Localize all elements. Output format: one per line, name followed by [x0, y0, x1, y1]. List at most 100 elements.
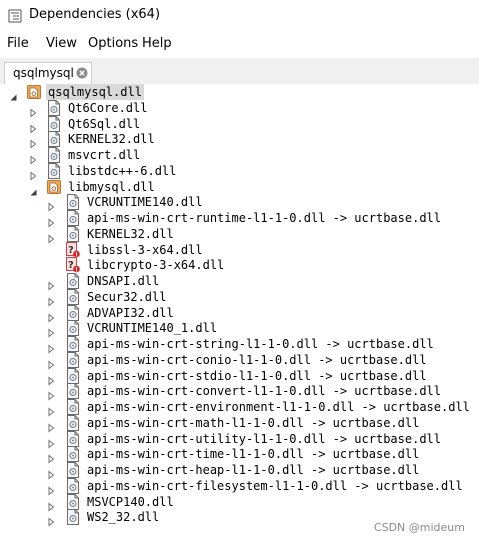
tree-row[interactable]: api-ms-win-crt-utility-l1-1-0.dll -> ucr… [0, 430, 479, 449]
dll-label[interactable]: KERNEL32.dll [68, 131, 155, 147]
dll-label[interactable]: api-ms-win-crt-math-l1-1-0.dll -> ucrtba… [87, 415, 419, 431]
expand-arrow-icon[interactable] [46, 512, 56, 527]
dll-icon [66, 336, 80, 352]
tree-row[interactable]: api-ms-win-crt-runtime-l1-1-0.dll -> ucr… [0, 210, 479, 228]
expand-arrow-icon[interactable] [46, 197, 56, 212]
close-icon[interactable] [76, 67, 88, 79]
expand-arrow-icon[interactable] [46, 323, 56, 338]
expand-arrow-icon[interactable] [46, 276, 56, 291]
expand-arrow-icon[interactable] [46, 434, 56, 449]
tree-row[interactable]: VCRUNTIME140_1.dll [0, 320, 479, 338]
dll-label[interactable]: api-ms-win-crt-runtime-l1-1-0.dll -> ucr… [87, 210, 441, 226]
tree-row[interactable]: api-ms-win-crt-conio-l1-1-0.dll -> ucrtb… [0, 351, 479, 370]
tab-label: qsqlmysql [13, 66, 74, 80]
expand-arrow-icon[interactable] [46, 386, 56, 401]
dll-icon [66, 430, 80, 447]
expand-arrow-icon[interactable] [46, 292, 56, 307]
dll-label[interactable]: msvcrt.dll [68, 147, 140, 163]
expand-arrow-icon[interactable] [46, 449, 56, 464]
tree-row[interactable]: MSVCP140.dll [0, 493, 479, 512]
dll-label[interactable]: api-ms-win-crt-conio-l1-1-0.dll -> ucrtb… [87, 352, 427, 368]
missing-dll-label[interactable]: libcrypto-3-x64.dll [87, 257, 224, 273]
tree-row[interactable]: Qt6Sql.dll [0, 115, 479, 134]
dll-icon [66, 509, 80, 526]
tree-row[interactable]: api-ms-win-crt-time-l1-1-0.dll -> ucrtba… [0, 446, 479, 464]
expand-arrow-icon[interactable] [46, 229, 56, 244]
dll-label[interactable]: api-ms-win-crt-time-l1-1-0.dll -> ucrtba… [87, 446, 419, 462]
dll-label[interactable]: VCRUNTIME140.dll [87, 194, 203, 210]
dll-label[interactable]: VCRUNTIME140_1.dll [87, 320, 217, 336]
dll-label[interactable]: api-ms-win-crt-string-l1-1-0.dll -> ucrt… [87, 336, 434, 352]
dll-label[interactable]: api-ms-win-crt-convert-l1-1-0.dll -> ucr… [87, 383, 441, 399]
missing-dll-icon: ?! [66, 241, 80, 258]
expand-arrow-icon[interactable] [46, 213, 56, 228]
window-title: Dependencies (x64) [29, 7, 161, 22]
dependency-tree[interactable]: qsqlmysql.dll Qt6Core.dll Qt6Sql.dll KERNEL… [0, 84, 479, 542]
tree-row[interactable]: ?! libssl-3-x64.dll [0, 241, 479, 258]
tree-row[interactable]: Qt6Core.dll [0, 99, 479, 118]
tree-row[interactable]: api-ms-win-crt-stdio-l1-1-0.dll -> ucrtb… [0, 367, 479, 386]
tree-row[interactable]: api-ms-win-crt-filesystem-l1-1-0.dll -> … [0, 477, 479, 496]
dll-label[interactable]: DNSAPI.dll [87, 273, 159, 289]
tree-row[interactable]: api-ms-win-crt-heap-l1-1-0.dll -> ucrtba… [0, 462, 479, 480]
tree-row[interactable]: api-ms-win-crt-math-l1-1-0.dll -> ucrtba… [0, 414, 479, 433]
dll-icon [66, 493, 80, 510]
dll-label[interactable]: libstdc++-6.dll [68, 163, 176, 179]
expand-arrow-icon[interactable] [46, 402, 56, 417]
expand-arrow-icon[interactable] [28, 103, 38, 118]
expand-arrow-icon[interactable] [46, 339, 56, 354]
dll-label[interactable]: MSVCP140.dll [87, 494, 174, 510]
expand-arrow-icon[interactable] [46, 418, 56, 433]
tree-row[interactable]: libmysql.dll [0, 179, 479, 195]
dll-label[interactable]: KERNEL32.dll [87, 226, 174, 242]
dll-icon [66, 288, 80, 305]
tree-row[interactable]: Secur32.dll [0, 288, 479, 307]
expand-arrow-icon[interactable] [46, 481, 56, 496]
expand-arrow-icon[interactable] [46, 355, 56, 370]
dll-label[interactable]: api-ms-win-crt-utility-l1-1-0.dll -> ucr… [87, 431, 441, 447]
expand-arrow-icon[interactable] [46, 371, 56, 386]
menu-file[interactable]: File [7, 36, 29, 51]
dll-label[interactable]: WS2_32.dll [87, 509, 159, 525]
tree-row[interactable]: KERNEL32.dll [0, 131, 479, 149]
tab-qsqlmysql[interactable]: qsqlmysql [4, 62, 92, 84]
collapse-arrow-icon[interactable] [28, 182, 38, 195]
expand-arrow-icon[interactable] [46, 465, 56, 480]
missing-dll-label[interactable]: libssl-3-x64.dll [87, 242, 203, 258]
expand-arrow-icon[interactable] [28, 150, 38, 165]
dll-icon [66, 399, 80, 415]
tree-row[interactable]: api-ms-win-crt-convert-l1-1-0.dll -> ucr… [0, 383, 479, 401]
svg-text:?: ? [68, 260, 74, 271]
dll-label[interactable]: api-ms-win-crt-heap-l1-1-0.dll -> ucrtba… [87, 462, 419, 478]
dll-label[interactable]: api-ms-win-crt-environment-l1-1-0.dll ->… [87, 399, 470, 415]
expand-arrow-icon[interactable] [28, 119, 38, 134]
tree-row[interactable]: KERNEL32.dll [0, 225, 479, 244]
dll-label[interactable]: Secur32.dll [87, 289, 166, 305]
dependencies-window: Dependencies (x64) File View Options Hel… [0, 0, 479, 542]
tree-row[interactable]: ?! libcrypto-3-x64.dll [0, 257, 479, 274]
dll-icon [66, 477, 80, 494]
expand-arrow-icon[interactable] [28, 134, 38, 149]
menu-help[interactable]: Help [142, 36, 172, 51]
dll-label[interactable]: qsqlmysql.dll [46, 84, 144, 100]
expand-arrow-icon[interactable] [28, 166, 38, 181]
dll-label[interactable]: libmysql.dll [68, 179, 155, 195]
tree-row[interactable]: DNSAPI.dll [0, 273, 479, 291]
menu-view[interactable]: View [46, 36, 77, 51]
tree-row[interactable]: api-ms-win-crt-environment-l1-1-0.dll ->… [0, 399, 479, 417]
dll-label[interactable]: ADVAPI32.dll [87, 305, 174, 321]
menu-options[interactable]: Options [88, 36, 138, 51]
dll-label[interactable]: Qt6Sql.dll [68, 116, 140, 132]
collapse-arrow-icon[interactable] [8, 87, 18, 101]
dll-label[interactable]: Qt6Core.dll [68, 100, 147, 116]
tree-row[interactable]: ADVAPI32.dll [0, 304, 479, 323]
expand-arrow-icon[interactable] [46, 497, 56, 512]
tree-row[interactable]: api-ms-win-crt-string-l1-1-0.dll -> ucrt… [0, 336, 479, 354]
tree-row[interactable]: msvcrt.dll [0, 147, 479, 165]
tree-row[interactable]: libstdc++-6.dll [0, 162, 479, 181]
expand-arrow-icon[interactable] [46, 308, 56, 323]
tree-row[interactable]: qsqlmysql.dll [0, 84, 479, 101]
tree-row[interactable]: VCRUNTIME140.dll [0, 194, 479, 212]
dll-label[interactable]: api-ms-win-crt-filesystem-l1-1-0.dll -> … [87, 478, 463, 494]
dll-label[interactable]: api-ms-win-crt-stdio-l1-1-0.dll -> ucrtb… [87, 368, 427, 384]
